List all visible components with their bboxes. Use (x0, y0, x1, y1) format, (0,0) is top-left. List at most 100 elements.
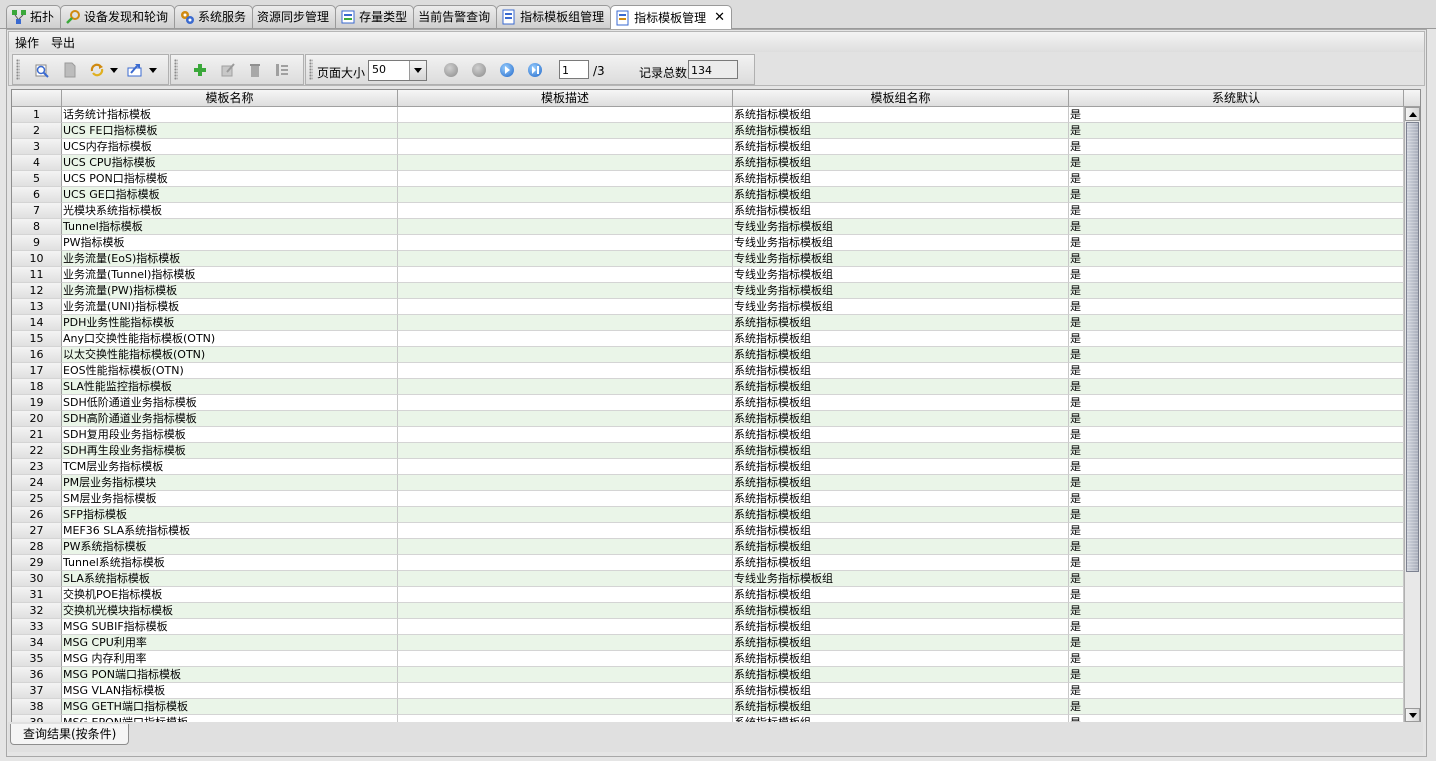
row-number[interactable]: 39 (12, 715, 62, 722)
cell-system-default[interactable]: 是 (1069, 299, 1404, 315)
row-number[interactable]: 28 (12, 539, 62, 555)
cell-group-name[interactable]: 系统指标模板组 (733, 555, 1069, 571)
table-row[interactable]: 33 MSG SUBIF指标模板 系统指标模板组是 (12, 619, 1404, 635)
chevron-down-icon[interactable] (409, 61, 426, 80)
cell-group-name[interactable]: 系统指标模板组 (733, 507, 1069, 523)
table-row[interactable]: 4 UCS CPU指标模板 系统指标模板组是 (12, 155, 1404, 171)
row-number[interactable]: 27 (12, 523, 62, 539)
export-dropdown-icon[interactable] (149, 68, 157, 73)
row-number[interactable]: 25 (12, 491, 62, 507)
cell-group-name[interactable]: 系统指标模板组 (733, 587, 1069, 603)
cell-template-desc[interactable] (398, 283, 733, 299)
row-number[interactable]: 26 (12, 507, 62, 523)
cell-template-name[interactable]: Tunnel指标模板 (62, 219, 398, 235)
cell-group-name[interactable]: 专线业务指标模板组 (733, 283, 1069, 299)
tab-0[interactable]: 拓扑 (6, 5, 62, 28)
cell-system-default[interactable]: 是 (1069, 267, 1404, 283)
next-page-icon[interactable] (500, 63, 514, 77)
cell-template-desc[interactable] (398, 411, 733, 427)
cell-system-default[interactable]: 是 (1069, 571, 1404, 587)
table-row[interactable]: 27 MEF36 SLA系统指标模板 系统指标模板组是 (12, 523, 1404, 539)
scroll-thumb[interactable] (1406, 122, 1419, 572)
cell-system-default[interactable]: 是 (1069, 603, 1404, 619)
export-icon[interactable] (126, 61, 144, 79)
cell-group-name[interactable]: 系统指标模板组 (733, 187, 1069, 203)
cell-group-name[interactable]: 专线业务指标模板组 (733, 267, 1069, 283)
cell-template-desc[interactable] (398, 667, 733, 683)
cell-group-name[interactable]: 系统指标模板组 (733, 411, 1069, 427)
tab-5[interactable]: 当前告警查询 (413, 5, 498, 28)
cell-group-name[interactable]: 系统指标模板组 (733, 539, 1069, 555)
cell-system-default[interactable]: 是 (1069, 235, 1404, 251)
cell-template-name[interactable]: PDH业务性能指标模板 (62, 315, 398, 331)
cell-template-desc[interactable] (398, 427, 733, 443)
cell-group-name[interactable]: 系统指标模板组 (733, 171, 1069, 187)
row-number[interactable]: 8 (12, 219, 62, 235)
cell-template-name[interactable]: Any口交换性能指标模板(OTN) (62, 331, 398, 347)
cell-template-name[interactable]: MSG SUBIF指标模板 (62, 619, 398, 635)
cell-template-name[interactable]: 光模块系统指标模板 (62, 203, 398, 219)
page-size-select[interactable]: 50 (368, 60, 427, 81)
tab-2[interactable]: 系统服务 (174, 5, 254, 28)
table-row[interactable]: 9 PW指标模板 专线业务指标模板组是 (12, 235, 1404, 251)
table-row[interactable]: 23 TCM层业务指标模板 系统指标模板组是 (12, 459, 1404, 475)
row-number[interactable]: 38 (12, 699, 62, 715)
cell-template-name[interactable]: SLA性能监控指标模板 (62, 379, 398, 395)
row-number[interactable]: 3 (12, 139, 62, 155)
row-number[interactable]: 13 (12, 299, 62, 315)
cell-system-default[interactable]: 是 (1069, 155, 1404, 171)
toolbar-grip[interactable] (174, 59, 178, 80)
cell-template-name[interactable]: MEF36 SLA系统指标模板 (62, 523, 398, 539)
cell-template-name[interactable]: PW指标模板 (62, 235, 398, 251)
cell-template-name[interactable]: 业务流量(PW)指标模板 (62, 283, 398, 299)
cell-template-name[interactable]: SDH高阶通道业务指标模板 (62, 411, 398, 427)
row-number[interactable]: 34 (12, 635, 62, 651)
cell-template-name[interactable]: SLA系统指标模板 (62, 571, 398, 587)
vertical-scrollbar[interactable] (1404, 107, 1420, 722)
cell-system-default[interactable]: 是 (1069, 683, 1404, 699)
cell-system-default[interactable]: 是 (1069, 171, 1404, 187)
cell-group-name[interactable]: 系统指标模板组 (733, 619, 1069, 635)
cell-group-name[interactable]: 系统指标模板组 (733, 315, 1069, 331)
cell-group-name[interactable]: 系统指标模板组 (733, 379, 1069, 395)
cell-template-name[interactable]: MSG CPU利用率 (62, 635, 398, 651)
cell-group-name[interactable]: 专线业务指标模板组 (733, 571, 1069, 587)
cell-template-desc[interactable] (398, 715, 733, 722)
cell-template-desc[interactable] (398, 683, 733, 699)
table-row[interactable]: 14 PDH业务性能指标模板 系统指标模板组是 (12, 315, 1404, 331)
cell-group-name[interactable]: 专线业务指标模板组 (733, 235, 1069, 251)
cell-template-desc[interactable] (398, 203, 733, 219)
cell-group-name[interactable]: 系统指标模板组 (733, 155, 1069, 171)
table-row[interactable]: 7 光模块系统指标模板 系统指标模板组是 (12, 203, 1404, 219)
last-page-icon[interactable] (528, 63, 542, 77)
cell-template-desc[interactable] (398, 123, 733, 139)
tab-4[interactable]: 存量类型 (335, 5, 415, 28)
column-header-template-desc[interactable]: 模板描述 (398, 90, 733, 106)
table-row[interactable]: 13 业务流量(UNI)指标模板 专线业务指标模板组是 (12, 299, 1404, 315)
menu-operate[interactable]: 操作 (15, 34, 39, 51)
row-number[interactable]: 29 (12, 555, 62, 571)
cell-group-name[interactable]: 专线业务指标模板组 (733, 251, 1069, 267)
cell-system-default[interactable]: 是 (1069, 139, 1404, 155)
cell-template-desc[interactable] (398, 507, 733, 523)
table-row[interactable]: 35 MSG 内存利用率 系统指标模板组是 (12, 651, 1404, 667)
cell-group-name[interactable]: 系统指标模板组 (733, 699, 1069, 715)
cell-template-name[interactable]: UCS CPU指标模板 (62, 155, 398, 171)
tab-6[interactable]: 指标模板组管理 (496, 5, 612, 28)
cell-template-desc[interactable] (398, 475, 733, 491)
cell-template-name[interactable]: SDH复用段业务指标模板 (62, 427, 398, 443)
cell-group-name[interactable]: 专线业务指标模板组 (733, 219, 1069, 235)
cell-template-name[interactable]: SDH再生段业务指标模板 (62, 443, 398, 459)
cell-system-default[interactable]: 是 (1069, 459, 1404, 475)
cell-template-desc[interactable] (398, 603, 733, 619)
row-number[interactable]: 1 (12, 107, 62, 123)
row-number[interactable]: 15 (12, 331, 62, 347)
table-row[interactable]: 32 交换机光模块指标模板 系统指标模板组是 (12, 603, 1404, 619)
cell-template-desc[interactable] (398, 267, 733, 283)
cell-group-name[interactable]: 系统指标模板组 (733, 347, 1069, 363)
cell-system-default[interactable]: 是 (1069, 411, 1404, 427)
cell-template-desc[interactable] (398, 491, 733, 507)
cell-template-desc[interactable] (398, 347, 733, 363)
cell-template-name[interactable]: 业务流量(EoS)指标模板 (62, 251, 398, 267)
cell-group-name[interactable]: 系统指标模板组 (733, 139, 1069, 155)
